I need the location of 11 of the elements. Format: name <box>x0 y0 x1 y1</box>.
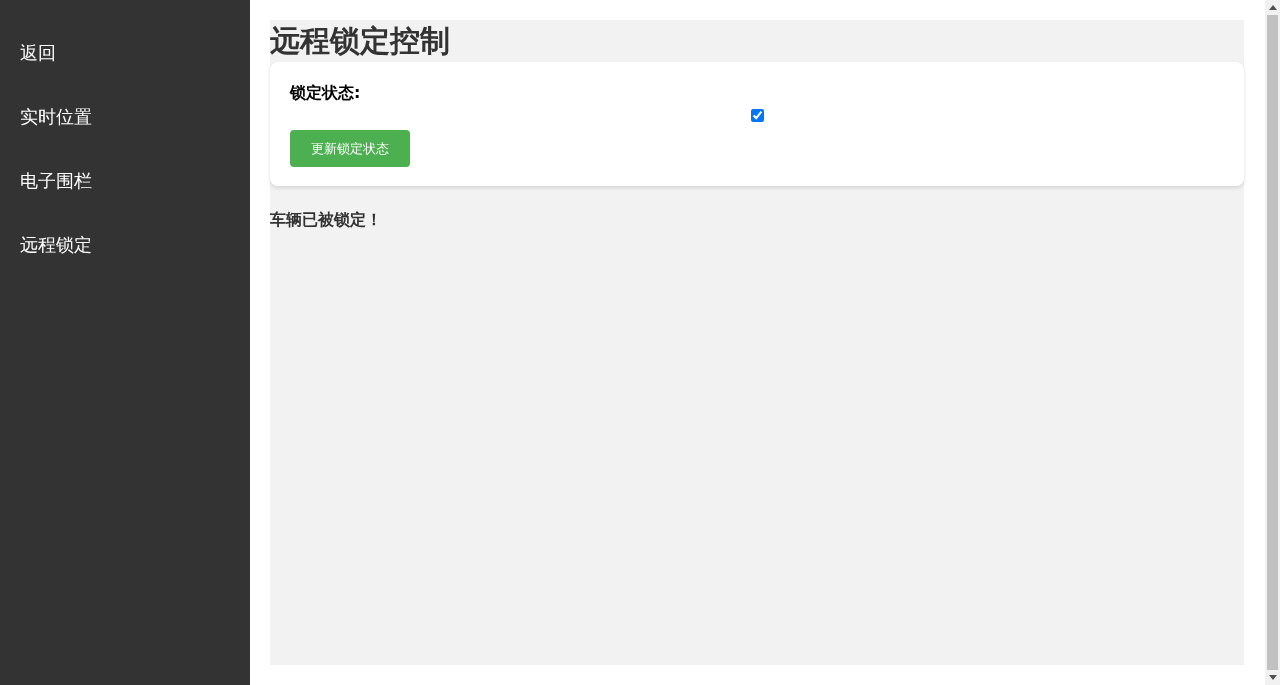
scroll-down-icon[interactable] <box>1268 675 1277 680</box>
sidebar-link[interactable]: 实时位置 <box>0 94 112 158</box>
scrollbar[interactable] <box>1265 0 1280 685</box>
sidebar-link[interactable]: 电子围栏 <box>0 158 112 222</box>
lock-status-label: 锁定状态: <box>290 82 361 104</box>
status-message: 车辆已被锁定！ <box>270 210 382 231</box>
scroll-up-icon[interactable] <box>1268 5 1277 10</box>
sidebar-link[interactable]: 远程锁定 <box>0 222 112 286</box>
page-title: 远程锁定控制 <box>270 22 450 60</box>
lock-checkbox[interactable] <box>750 108 764 122</box>
sidebar-link[interactable]: 返回 <box>0 30 76 94</box>
